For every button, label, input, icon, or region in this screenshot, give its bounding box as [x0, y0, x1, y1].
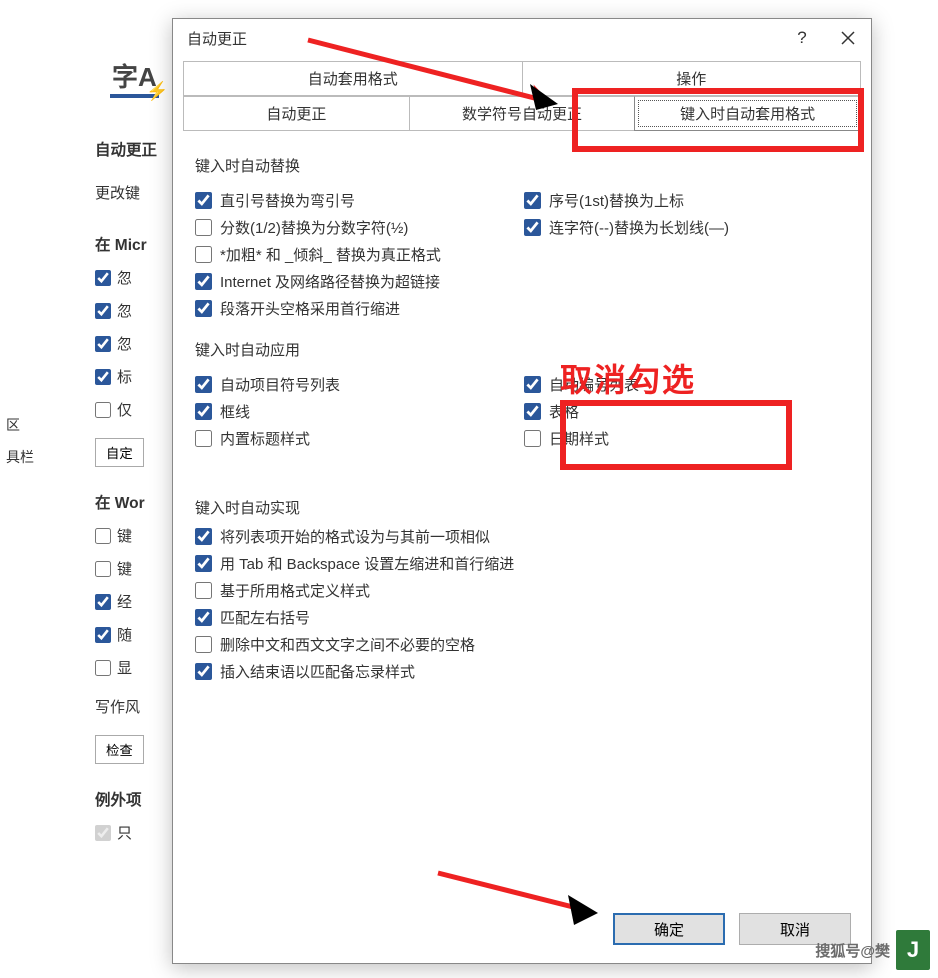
- opt-borders[interactable]: 框线: [195, 401, 516, 422]
- group-replace-label: 键入时自动替换: [195, 155, 845, 176]
- bg-cb[interactable]: [95, 561, 111, 577]
- watermark: 搜狐号@樊 J: [815, 930, 930, 970]
- opt-match-brackets[interactable]: 匹配左右括号: [195, 607, 845, 628]
- bg-cb: [95, 825, 111, 841]
- opt-tab-backspace-indent[interactable]: 用 Tab 和 Backspace 设置左缩进和首行缩进: [195, 553, 845, 574]
- bg-cb[interactable]: [95, 336, 111, 352]
- tab-autocorrect[interactable]: 自动更正: [183, 96, 409, 131]
- bg-cb[interactable]: [95, 270, 111, 286]
- ribbon-icon: 字A⚡: [110, 55, 160, 105]
- close-icon: [841, 31, 855, 45]
- bg-cb[interactable]: [95, 660, 111, 676]
- dialog-content: 键入时自动替换 直引号替换为弯引号 分数(1/2)替换为分数字符(½) *加粗*…: [173, 131, 871, 901]
- group-apply-label: 键入时自动应用: [195, 339, 845, 360]
- autocorrect-dialog: 自动更正 ? 自动套用格式 操作 自动更正 数学符号自动更正 键入时自动套用格式…: [172, 18, 872, 964]
- dialog-button-row: 确定 取消: [173, 901, 871, 963]
- opt-bulleted-lists[interactable]: 自动项目符号列表: [195, 374, 516, 395]
- dialog-title: 自动更正: [187, 28, 247, 49]
- bg-customize-button[interactable]: 自定: [95, 438, 144, 467]
- bg-cb[interactable]: [95, 594, 111, 610]
- bg-check-button[interactable]: 检查: [95, 735, 144, 764]
- left-nav: 区 具栏: [0, 145, 95, 467]
- opt-remove-extra-space[interactable]: 删除中文和西文文字之间不必要的空格: [195, 634, 845, 655]
- opt-tables[interactable]: 表格: [524, 401, 845, 422]
- opt-fractions[interactable]: 分数(1/2)替换为分数字符(½): [195, 217, 516, 238]
- bg-cb[interactable]: [95, 402, 111, 418]
- tab-actions[interactable]: 操作: [522, 61, 862, 96]
- opt-bold-italic[interactable]: *加粗* 和 _倾斜_ 替换为真正格式: [195, 244, 516, 265]
- opt-date-style[interactable]: 日期样式: [524, 428, 845, 449]
- opt-hyphens[interactable]: 连字符(--)替换为长划线(—): [524, 217, 845, 238]
- opt-straight-quotes[interactable]: 直引号替换为弯引号: [195, 190, 516, 211]
- opt-internet-paths[interactable]: Internet 及网络路径替换为超链接: [195, 271, 516, 292]
- dialog-titlebar: 自动更正 ?: [173, 19, 871, 57]
- tab-math-autocorrect[interactable]: 数学符号自动更正: [409, 96, 635, 131]
- group-auto-label: 键入时自动实现: [195, 497, 845, 518]
- help-button[interactable]: ?: [779, 19, 825, 57]
- opt-format-like-prev[interactable]: 将列表项开始的格式设为与其前一项相似: [195, 526, 845, 547]
- opt-insert-closing[interactable]: 插入结束语以匹配备忘录样式: [195, 661, 845, 682]
- opt-numbered-lists[interactable]: 自动编号列表: [524, 374, 845, 395]
- tab-autoformat-as-type[interactable]: 键入时自动套用格式: [634, 96, 861, 131]
- tab-autoformat[interactable]: 自动套用格式: [183, 61, 522, 96]
- opt-define-styles[interactable]: 基于所用格式定义样式: [195, 580, 845, 601]
- bg-cb[interactable]: [95, 369, 111, 385]
- watermark-badge-icon: J: [896, 930, 930, 970]
- watermark-text: 搜狐号@樊: [815, 940, 890, 961]
- opt-first-indent[interactable]: 段落开头空格采用首行缩进: [195, 298, 516, 319]
- opt-ordinals[interactable]: 序号(1st)替换为上标: [524, 190, 845, 211]
- bg-cb[interactable]: [95, 303, 111, 319]
- dialog-tabs: 自动套用格式 操作 自动更正 数学符号自动更正 键入时自动套用格式: [173, 57, 871, 131]
- bg-cb[interactable]: [95, 528, 111, 544]
- opt-heading-styles[interactable]: 内置标题样式: [195, 428, 516, 449]
- bg-cb[interactable]: [95, 627, 111, 643]
- close-button[interactable]: [825, 19, 871, 57]
- ok-button[interactable]: 确定: [613, 913, 725, 945]
